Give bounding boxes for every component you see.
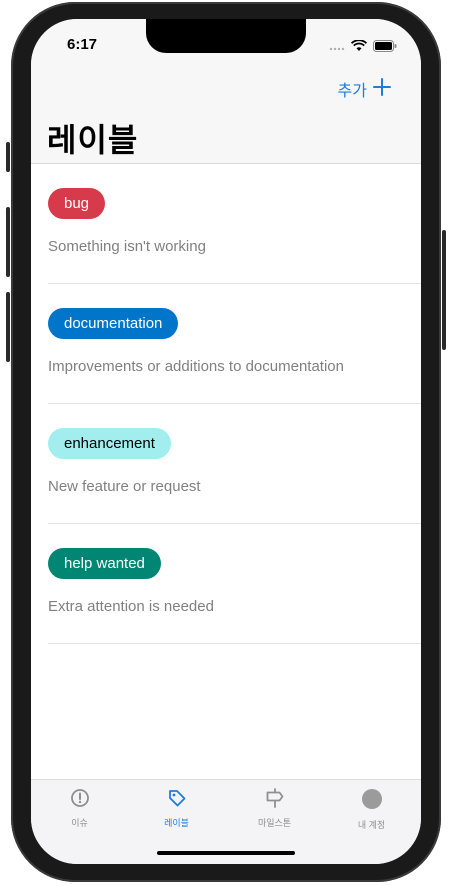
status-time: 6:17 xyxy=(67,36,98,53)
label-badge: documentation xyxy=(48,308,179,339)
wifi-icon xyxy=(350,39,368,57)
label-item[interactable]: documentation Improvements or additions … xyxy=(48,284,421,404)
label-list: bug Something isn't working documentatio… xyxy=(31,164,421,644)
battery-icon xyxy=(373,39,397,57)
label-item[interactable]: help wanted Extra attention is needed xyxy=(48,524,421,644)
add-label-button[interactable]: 추가 xyxy=(338,77,391,101)
volume-up-button xyxy=(6,207,10,277)
label-description: Extra attention is needed xyxy=(48,598,214,615)
tab-label: 내 계정 xyxy=(357,820,386,830)
power-button xyxy=(442,230,446,350)
avatar-icon xyxy=(361,788,383,815)
plus-icon xyxy=(373,77,391,101)
tab-label: 마일스톤 xyxy=(257,818,292,828)
milestone-icon xyxy=(265,788,285,813)
page-title: 레이블 xyxy=(47,122,139,158)
app-screen: 6:17 추가 레이블 bug Something isn't working xyxy=(31,19,421,864)
label-description: Something isn't working xyxy=(48,238,206,255)
tab-labels[interactable]: 레이블 xyxy=(128,788,225,829)
volume-down-button xyxy=(6,292,10,362)
home-indicator[interactable] xyxy=(157,851,295,855)
add-label-text: 추가 xyxy=(337,83,367,100)
tab-account[interactable]: 내 계정 xyxy=(323,788,420,831)
tab-milestones[interactable]: 마일스톤 xyxy=(226,788,323,829)
tag-icon xyxy=(167,788,187,813)
label-description: New feature or request xyxy=(48,478,201,495)
tab-label: 이슈 xyxy=(71,818,88,828)
label-badge: enhancement xyxy=(48,428,171,459)
signal-icon xyxy=(329,39,345,57)
status-indicators xyxy=(329,39,397,57)
label-badge: bug xyxy=(48,188,106,219)
notch xyxy=(146,19,306,53)
label-item[interactable]: enhancement New feature or request xyxy=(48,404,421,524)
label-item[interactable]: bug Something isn't working xyxy=(48,164,421,284)
issue-icon xyxy=(70,788,90,813)
tab-label: 레이블 xyxy=(164,818,189,828)
label-badge: help wanted xyxy=(48,548,161,579)
label-description: Improvements or additions to documentati… xyxy=(48,358,344,375)
tab-issues[interactable]: 이슈 xyxy=(31,788,128,829)
mute-switch xyxy=(6,142,10,172)
